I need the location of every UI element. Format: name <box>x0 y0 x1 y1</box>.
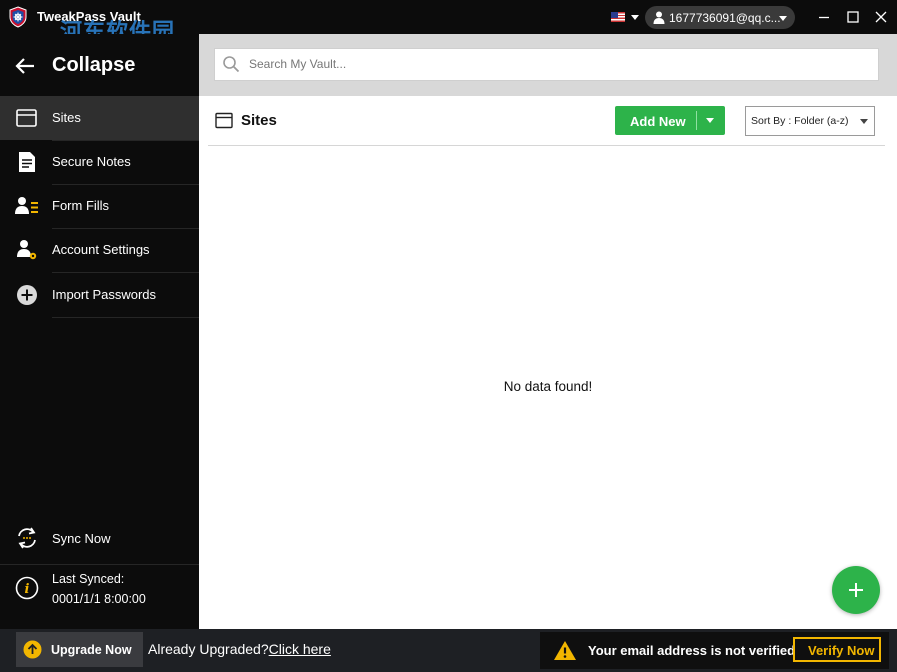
plus-circle-icon <box>17 285 37 305</box>
plus-icon <box>855 583 857 597</box>
email-verification-banner: Your email address is not verified Verif… <box>540 632 889 669</box>
verify-message: Your email address is not verified <box>588 643 796 658</box>
section-title: Sites <box>241 112 277 129</box>
sidebar-item-label: Form Fills <box>52 198 110 213</box>
last-synced-label: Last Synced: <box>52 572 125 586</box>
click-here-link[interactable]: Click here <box>269 641 331 657</box>
search-input[interactable] <box>249 55 849 73</box>
last-synced-value: 0001/1/1 8:00:00 <box>52 592 146 606</box>
chevron-down-icon <box>779 16 787 21</box>
sidebar-item-form-fills[interactable]: Form Fills <box>0 184 199 228</box>
upgrade-now-label: Upgrade Now <box>51 643 132 657</box>
sidebar-item-import-passwords[interactable]: Import Passwords <box>0 273 199 317</box>
app-window: TweakPass Vault 河东软件园 1677736091@qq.c... <box>0 0 897 672</box>
search-bar <box>199 34 897 96</box>
us-flag-icon[interactable] <box>611 12 625 22</box>
close-button[interactable] <box>870 6 892 28</box>
svg-text:i: i <box>25 582 30 597</box>
search-icon <box>223 56 240 73</box>
sidebar-item-label: Account Settings <box>52 242 150 257</box>
arrow-up-circle-icon <box>23 640 42 659</box>
divider <box>696 111 697 130</box>
tweakpass-shield-logo-icon <box>9 6 27 28</box>
sort-by-label: Sort By : Folder (a-z) <box>751 115 849 127</box>
account-menu-button[interactable]: 1677736091@qq.c... <box>645 6 795 29</box>
main-content: Sites Add New Sort By : Folder (a-z) No … <box>199 34 897 629</box>
browser-window-icon <box>16 109 37 127</box>
chevron-down-icon[interactable] <box>706 118 714 123</box>
user-icon <box>653 11 665 24</box>
sidebar-item-sites[interactable]: Sites <box>0 96 199 140</box>
footer-bar: Upgrade Now Already Upgraded?Click here … <box>0 629 897 672</box>
info-icon: i <box>15 576 39 600</box>
sort-by-select[interactable]: Sort By : Folder (a-z) <box>745 106 875 136</box>
search-box[interactable] <box>214 48 879 81</box>
verify-now-button[interactable]: Verify Now <box>793 637 881 662</box>
divider <box>52 317 199 318</box>
sync-icon <box>18 527 36 549</box>
account-email: 1677736091@qq.c... <box>669 11 781 25</box>
already-upgraded-text: Already Upgraded?Click here <box>148 641 331 657</box>
sidebar-item-label: Secure Notes <box>52 154 131 169</box>
divider <box>0 564 199 565</box>
sync-now-label: Sync Now <box>52 531 111 546</box>
language-dropdown-caret-icon[interactable] <box>631 15 639 20</box>
section-header: Sites Add New Sort By : Folder (a-z) <box>199 96 897 146</box>
sidebar-item-secure-notes[interactable]: Secure Notes <box>0 140 199 184</box>
title-bar: TweakPass Vault 河东软件园 1677736091@qq.c... <box>0 0 897 45</box>
add-new-button[interactable]: Add New <box>615 106 725 135</box>
add-item-fab-button[interactable] <box>832 566 880 614</box>
sidebar-item-account-settings[interactable]: Account Settings <box>0 228 199 272</box>
warning-icon <box>554 641 576 660</box>
collapse-label: Collapse <box>52 54 136 76</box>
chevron-down-icon <box>860 119 868 124</box>
sidebar-item-label: Sites <box>52 110 81 125</box>
browser-window-icon <box>215 112 233 129</box>
divider <box>208 145 885 146</box>
maximize-button[interactable] <box>842 6 864 28</box>
add-new-label: Add New <box>630 114 686 129</box>
sidebar: Collapse Sites Secure Notes Form Fills A… <box>0 34 199 629</box>
last-synced-info: i Last Synced: 0001/1/1 8:00:00 <box>0 568 199 612</box>
verify-now-label: Verify Now <box>808 643 875 658</box>
minimize-button[interactable] <box>813 6 835 28</box>
already-upgraded-label: Already Upgraded? <box>148 641 269 657</box>
empty-state-message: No data found! <box>503 379 593 394</box>
user-list-icon <box>15 197 38 214</box>
user-gear-icon <box>17 240 37 260</box>
upgrade-now-button[interactable]: Upgrade Now <box>16 632 143 667</box>
sync-now-button[interactable]: Sync Now <box>0 524 199 554</box>
arrow-left-icon <box>15 58 34 74</box>
sidebar-item-label: Import Passwords <box>52 287 157 302</box>
note-icon <box>19 152 35 172</box>
